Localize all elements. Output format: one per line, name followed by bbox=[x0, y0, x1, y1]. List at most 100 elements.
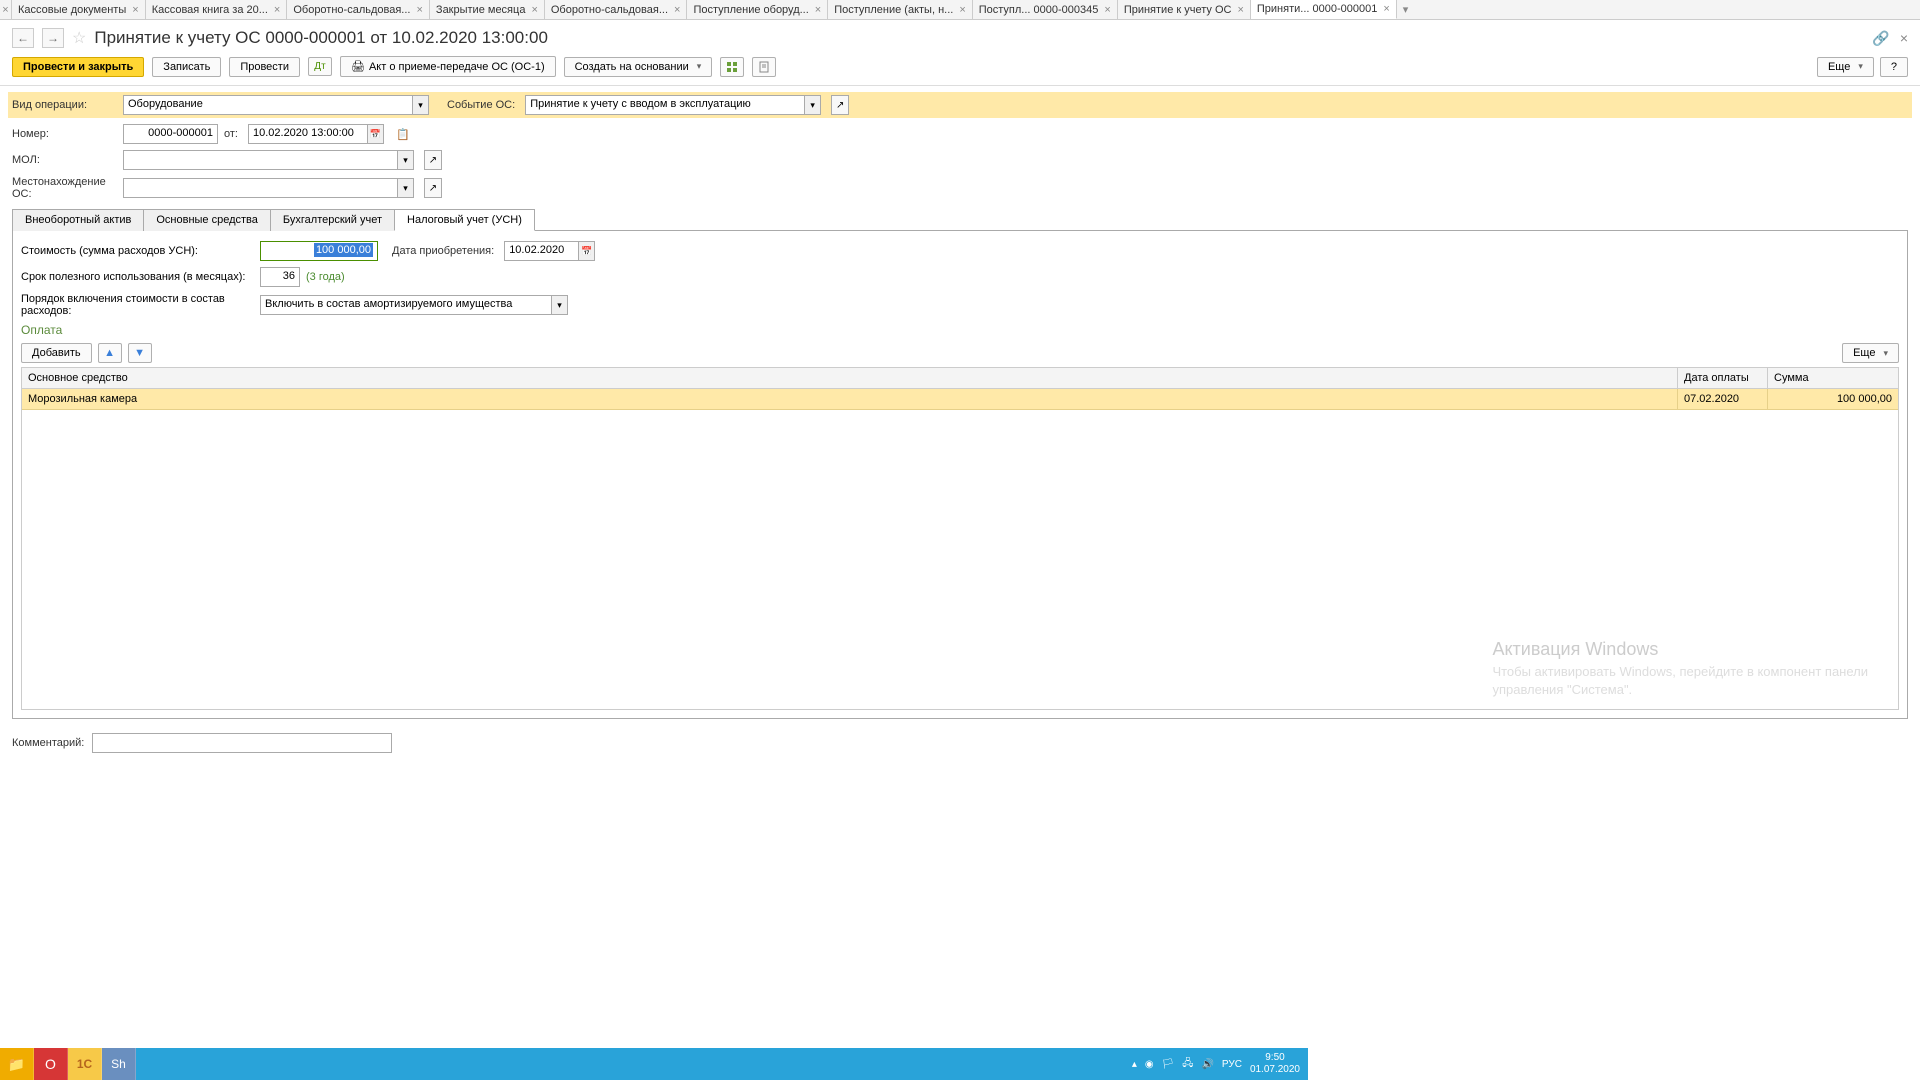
number-field[interactable]: 0000-000001 bbox=[123, 124, 218, 144]
close-icon[interactable]: × bbox=[959, 4, 965, 16]
useful-life-field[interactable]: 36 bbox=[260, 267, 300, 287]
attachments-button[interactable] bbox=[752, 57, 776, 77]
close-document-button[interactable]: × bbox=[1900, 30, 1908, 47]
close-icon[interactable]: × bbox=[416, 4, 422, 16]
table-row[interactable]: Морозильная камера 07.02.2020 100 000,00 bbox=[22, 389, 1898, 410]
doc-tab-0[interactable]: Кассовые документы× bbox=[12, 0, 146, 19]
tray-action-center-icon[interactable]: ◉ bbox=[1145, 1059, 1154, 1070]
mol-open-button[interactable]: ↗ bbox=[424, 150, 442, 170]
date-calendar-button[interactable]: 📅 bbox=[368, 124, 384, 144]
post-and-close-button[interactable]: Провести и закрыть bbox=[12, 57, 144, 77]
doc-tab-5[interactable]: Поступление оборуд...× bbox=[687, 0, 828, 19]
location-label: Местонахождение ОС: bbox=[12, 176, 117, 200]
mol-dropdown[interactable]: ▾ bbox=[398, 150, 414, 170]
cost-label: Стоимость (сумма расходов УСН): bbox=[21, 245, 254, 257]
acq-date-field[interactable]: 10.02.2020 bbox=[504, 241, 579, 261]
main-toolbar: Провести и закрыть Записать Провести Дт … bbox=[0, 52, 1920, 86]
opera-taskbar-icon[interactable]: O bbox=[34, 1048, 68, 1080]
doc-tab-9[interactable]: Приняти... 0000-000001× bbox=[1251, 0, 1397, 19]
cost-order-dropdown[interactable]: ▾ bbox=[552, 295, 568, 315]
doc-tab-2[interactable]: Оборотно-сальдовая...× bbox=[287, 0, 430, 19]
comment-label: Комментарий: bbox=[12, 737, 84, 749]
move-up-button[interactable]: ▲ bbox=[98, 343, 122, 363]
move-down-button[interactable]: ▼ bbox=[128, 343, 152, 363]
nav-forward-button[interactable]: → bbox=[42, 28, 64, 48]
add-row-button[interactable]: Добавить bbox=[21, 343, 92, 363]
doc-tab-4[interactable]: Оборотно-сальдовая...× bbox=[545, 0, 688, 19]
payment-table: Основное средство Дата оплаты Сумма Моро… bbox=[21, 367, 1899, 710]
windows-taskbar: 📁 O 1C Sh ▴ ◉ 🏳 🖧 🔊 РУС 9:50 01.07.2020 bbox=[0, 1048, 1308, 1080]
doc-tab-3[interactable]: Закрытие месяца× bbox=[430, 0, 545, 19]
close-icon[interactable]: × bbox=[531, 4, 537, 16]
tabs-overflow[interactable]: ▾ bbox=[1397, 0, 1415, 19]
close-icon[interactable]: × bbox=[674, 4, 680, 16]
dt-kt-button[interactable]: Дт bbox=[308, 57, 332, 76]
op-type-dropdown[interactable]: ▾ bbox=[413, 95, 429, 115]
inner-tabs: Внеоборотный актив Основные средства Бух… bbox=[12, 208, 1908, 231]
favorite-icon[interactable]: ☆ bbox=[72, 28, 86, 48]
create-based-on-button[interactable]: Создать на основании bbox=[564, 57, 713, 77]
useful-life-label: Срок полезного использования (в месяцах)… bbox=[21, 271, 254, 283]
tab-noncurrent-asset[interactable]: Внеоборотный актив bbox=[12, 209, 144, 231]
close-icon[interactable]: × bbox=[274, 4, 280, 16]
doc-tab-6[interactable]: Поступление (акты, н...× bbox=[828, 0, 973, 19]
location-field[interactable] bbox=[123, 178, 398, 198]
tray-chevron-icon[interactable]: ▴ bbox=[1132, 1059, 1137, 1070]
sh-taskbar-icon[interactable]: Sh bbox=[102, 1048, 136, 1080]
tab-close-leading[interactable]: × bbox=[0, 0, 12, 19]
info-icon[interactable]: 📋 bbox=[396, 128, 410, 141]
comment-field[interactable] bbox=[92, 733, 392, 753]
form-area: Вид операции: Оборудование ▾ Событие ОС:… bbox=[0, 86, 1920, 725]
doc-tab-8[interactable]: Принятие к учету ОС× bbox=[1118, 0, 1251, 19]
number-label: Номер: bbox=[12, 128, 117, 140]
doc-tab-7[interactable]: Поступл... 0000-000345× bbox=[973, 0, 1118, 19]
doc-tab-1[interactable]: Кассовая книга за 20...× bbox=[146, 0, 288, 19]
tab-content: Стоимость (сумма расходов УСН): 100 000,… bbox=[12, 231, 1908, 719]
more-button[interactable]: Еще bbox=[1817, 57, 1874, 77]
title-bar: ← → ☆ Принятие к учету ОС 0000-000001 от… bbox=[0, 20, 1920, 52]
table-more-button[interactable]: Еще bbox=[1842, 343, 1899, 363]
print-act-button[interactable]: 🖨 Акт о приеме-передаче ОС (ОС-1) bbox=[340, 56, 556, 77]
event-open-button[interactable]: ↗ bbox=[831, 95, 849, 115]
event-label: Событие ОС: bbox=[447, 99, 515, 111]
related-button[interactable] bbox=[720, 57, 744, 77]
useful-life-years: (3 года) bbox=[306, 271, 345, 283]
close-icon[interactable]: × bbox=[815, 4, 821, 16]
close-icon[interactable]: × bbox=[1104, 4, 1110, 16]
nav-back-button[interactable]: ← bbox=[12, 28, 34, 48]
start-button[interactable]: 📁 bbox=[0, 1048, 34, 1080]
1c-taskbar-icon[interactable]: 1C bbox=[68, 1048, 102, 1080]
col-date[interactable]: Дата оплаты bbox=[1678, 368, 1768, 388]
acq-date-calendar[interactable]: 📅 bbox=[579, 241, 595, 261]
tab-fixed-assets[interactable]: Основные средства bbox=[143, 209, 271, 231]
close-icon[interactable]: × bbox=[1383, 3, 1389, 15]
acq-date-label: Дата приобретения: bbox=[392, 245, 494, 257]
col-asset[interactable]: Основное средство bbox=[22, 368, 1678, 388]
tab-accounting[interactable]: Бухгалтерский учет bbox=[270, 209, 395, 231]
post-button[interactable]: Провести bbox=[229, 57, 300, 77]
close-icon[interactable]: × bbox=[132, 4, 138, 16]
link-icon[interactable]: 🔗 bbox=[1872, 30, 1889, 47]
tray-volume-icon[interactable]: 🔊 bbox=[1201, 1059, 1213, 1070]
tab-tax-usn[interactable]: Налоговый учет (УСН) bbox=[394, 209, 535, 231]
op-type-field[interactable]: Оборудование bbox=[123, 95, 413, 115]
col-sum[interactable]: Сумма bbox=[1768, 368, 1898, 388]
location-dropdown[interactable]: ▾ bbox=[398, 178, 414, 198]
cost-order-field[interactable]: Включить в состав амортизируемого имущес… bbox=[260, 295, 552, 315]
tray-clock[interactable]: 9:50 01.07.2020 bbox=[1250, 1052, 1300, 1076]
date-field[interactable]: 10.02.2020 13:00:00 bbox=[248, 124, 368, 144]
save-button[interactable]: Записать bbox=[152, 57, 221, 77]
cost-field[interactable]: 100 000,00 bbox=[260, 241, 378, 261]
tray-flag-icon[interactable]: 🏳 bbox=[1162, 1059, 1175, 1070]
tray-language[interactable]: РУС bbox=[1222, 1059, 1242, 1070]
help-button[interactable]: ? bbox=[1880, 57, 1908, 77]
event-dropdown[interactable]: ▾ bbox=[805, 95, 821, 115]
cell-sum: 100 000,00 bbox=[1768, 389, 1898, 409]
location-open-button[interactable]: ↗ bbox=[424, 178, 442, 198]
date-from-label: от: bbox=[224, 128, 238, 140]
mol-field[interactable] bbox=[123, 150, 398, 170]
close-icon[interactable]: × bbox=[1237, 4, 1243, 16]
windows-activation-watermark: Активация Windows Чтобы активировать Win… bbox=[1492, 637, 1868, 699]
event-field[interactable]: Принятие к учету с вводом в эксплуатацию bbox=[525, 95, 805, 115]
tray-network-icon[interactable]: 🖧 bbox=[1182, 1056, 1193, 1073]
